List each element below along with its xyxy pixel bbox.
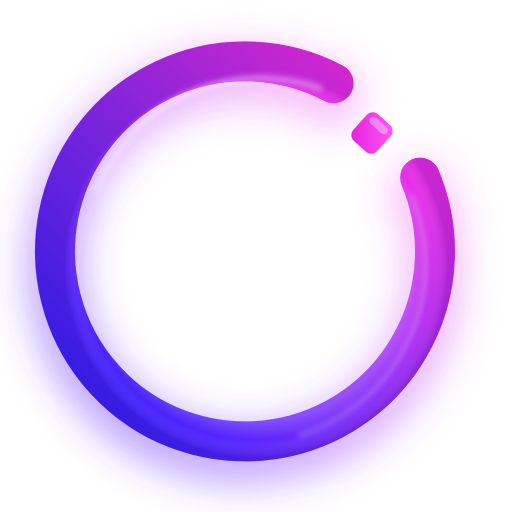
ring-logo-icon xyxy=(25,41,465,486)
app-icon-canvas xyxy=(0,0,512,512)
